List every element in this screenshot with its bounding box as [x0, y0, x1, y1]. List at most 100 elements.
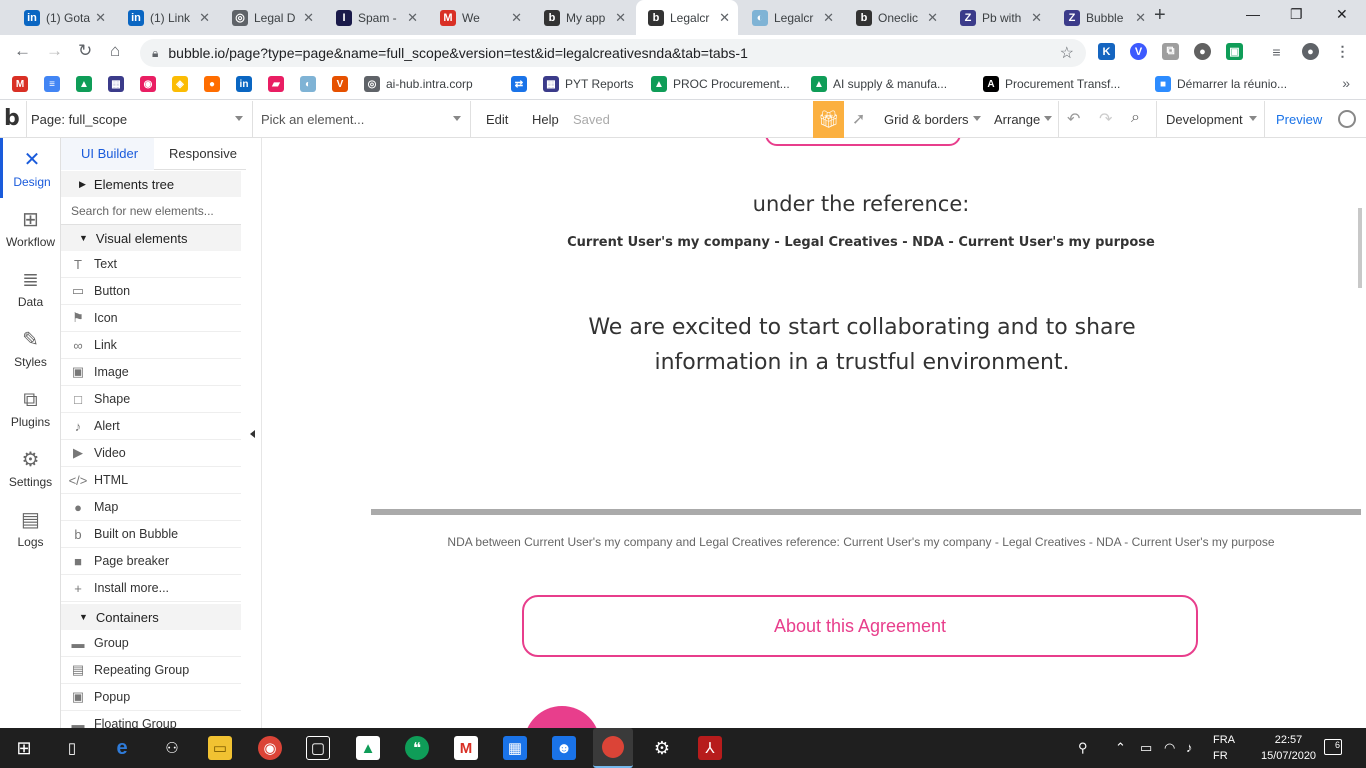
redo-icon[interactable]: ↷ [1099, 109, 1112, 129]
collapse-panel-icon[interactable] [250, 430, 255, 438]
browser-tab[interactable]: b Legalcr ✕ [636, 0, 738, 35]
visual-elements-toggle[interactable]: ▼ Visual elements [61, 225, 241, 251]
people-icon[interactable]: ⚇ [160, 736, 184, 760]
horizontal-divider[interactable] [371, 509, 1361, 515]
bookmark-item[interactable]: V [332, 76, 354, 92]
excited-text[interactable]: We are excited to start collaborating an… [552, 310, 1172, 380]
element-item-built-on-bubble[interactable]: b Built on Bubble [61, 521, 241, 548]
calendar-icon[interactable]: ▦ [503, 736, 527, 760]
element-item-page-breaker[interactable]: ■ Page breaker [61, 548, 241, 575]
browser-tab[interactable]: Z Pb with ✕ [948, 0, 1050, 35]
element-item-alert[interactable]: ♪ Alert [61, 413, 241, 440]
rail-item-styles[interactable]: ✎ Styles [0, 318, 61, 378]
element-item-map[interactable]: ● Map [61, 494, 241, 521]
chrome-menu-icon[interactable]: ⋮ [1334, 43, 1351, 60]
element-item-link[interactable]: ∞ Link [61, 332, 241, 359]
arrange-menu[interactable]: Arrange [994, 112, 1040, 127]
minimize-icon[interactable]: — [1246, 6, 1260, 22]
windows-start-icon[interactable]: ⊞ [12, 736, 36, 760]
element-item-repeating-group[interactable]: ▤ Repeating Group [61, 657, 241, 684]
development-menu[interactable]: Development [1166, 112, 1243, 127]
element-item-popup[interactable]: ▣ Popup [61, 684, 241, 711]
pc-icon[interactable]: ▢ [306, 736, 330, 760]
url-text[interactable]: bubble.io/page?type=page&name=full_scope… [168, 45, 747, 61]
browser-tab[interactable]: Z Bubble ✕ [1052, 0, 1154, 35]
element-item-icon[interactable]: ⚑ Icon [61, 305, 241, 332]
task-view-icon[interactable]: ▯ [60, 736, 84, 760]
canvas-scrollbar[interactable] [1358, 208, 1362, 288]
close-window-icon[interactable]: ✕ [1336, 6, 1348, 23]
tab-responsive[interactable]: Responsive [169, 146, 237, 161]
browser-tab[interactable]: ◐ Legalcr ✕ [740, 0, 842, 35]
nda-summary-text[interactable]: NDA between Current User's my company an… [262, 535, 1366, 549]
edge-icon[interactable]: e [110, 736, 134, 760]
reference-line[interactable]: Current User's my company - Legal Creati… [262, 235, 1366, 250]
bookmark-item[interactable]: ▦ [108, 76, 130, 92]
bookmark-item[interactable]: ● [204, 76, 226, 92]
close-tab-icon[interactable]: ✕ [927, 10, 938, 26]
bookmark-item[interactable]: in [236, 76, 258, 92]
element-item-group[interactable]: ▬ Group [61, 630, 241, 657]
element-item-image[interactable]: ▣ Image [61, 359, 241, 386]
gmail-icon[interactable]: M [454, 736, 478, 760]
bookmark-item[interactable]: M [12, 76, 34, 92]
page-selector[interactable]: Page: full_scope [31, 112, 127, 127]
chevron-down-icon[interactable] [973, 116, 981, 121]
element-search-input[interactable]: Search for new elements... [61, 198, 241, 225]
restore-icon[interactable]: ❐ [1290, 6, 1303, 23]
chevron-down-icon[interactable] [235, 116, 243, 121]
bookmark-item[interactable]: ▦ PYT Reports [543, 76, 633, 92]
bookmark-item[interactable]: ▲ AI supply & manufa... [811, 76, 947, 92]
element-item-button[interactable]: ▭ Button [61, 278, 241, 305]
browser-tab[interactable]: ◎ Legal D ✕ [220, 0, 322, 35]
bookmark-item[interactable]: ▲ PROC Procurement... [651, 76, 790, 92]
user-tray-icon[interactable]: ⚲ [1078, 740, 1088, 756]
file-explorer-icon[interactable]: ▭ [208, 736, 232, 760]
chrome-icon[interactable]: ◉ [258, 736, 282, 760]
home-icon[interactable]: ⌂ [110, 41, 120, 61]
battery-icon[interactable]: ▭ [1140, 740, 1152, 756]
system-clock[interactable]: 22:57 15/07/2020 [1261, 732, 1316, 764]
elements-tree-toggle[interactable]: ▶ Elements tree [61, 171, 241, 197]
settings-gear-icon[interactable]: ⚙ [650, 736, 674, 760]
extension-v-icon[interactable]: V [1130, 43, 1147, 60]
pink-circle-shape[interactable] [524, 706, 600, 728]
preview-button[interactable]: Preview [1276, 112, 1322, 127]
reload-icon[interactable]: ↻ [78, 41, 92, 61]
browser-tab[interactable]: b Oneclic ✕ [844, 0, 946, 35]
profile-icon[interactable]: ● [1302, 43, 1319, 60]
help-menu[interactable]: Help [532, 112, 559, 127]
chevron-down-icon[interactable] [453, 116, 461, 121]
element-item-floating-group[interactable]: ▬ Floating Group [61, 711, 241, 729]
element-item-text[interactable]: T Text [61, 251, 241, 278]
wifi-icon[interactable]: ◠ [1164, 740, 1175, 756]
page-canvas[interactable]: under the reference: Current User's my c… [261, 138, 1366, 728]
close-tab-icon[interactable]: ✕ [199, 10, 210, 26]
containers-toggle[interactable]: ▼ Containers [61, 604, 241, 630]
show-hidden-icons[interactable]: ⌃ [1115, 740, 1126, 756]
notification-center-icon[interactable]: 6 [1324, 739, 1342, 755]
bookmark-item[interactable]: ◈ [172, 76, 194, 92]
rail-item-logs[interactable]: ▤ Logs [0, 498, 61, 558]
rail-item-settings[interactable]: ⚙ Settings [0, 438, 61, 498]
browser-tab[interactable]: in (1) Gota ✕ [12, 0, 114, 35]
close-tab-icon[interactable]: ✕ [719, 10, 730, 26]
back-icon[interactable]: ← [14, 41, 31, 61]
element-item-video[interactable]: ▶ Video [61, 440, 241, 467]
chevron-down-icon[interactable] [1249, 116, 1257, 121]
element-item-shape[interactable]: □ Shape [61, 386, 241, 413]
grid-borders-menu[interactable]: Grid & borders [884, 112, 969, 127]
close-tab-icon[interactable]: ✕ [1031, 10, 1042, 26]
browser-tab[interactable]: in (1) Link ✕ [116, 0, 218, 35]
bookmark-item[interactable]: ■ Démarrer la réunio... [1155, 76, 1287, 92]
cursor-icon[interactable]: ➚ [852, 109, 865, 129]
hangouts-icon[interactable]: ❝ [405, 736, 429, 760]
about-agreement-button[interactable]: About this Agreement [522, 595, 1198, 657]
bookmark-item[interactable]: ▰ [268, 76, 290, 92]
avatar[interactable] [1338, 110, 1356, 128]
volume-icon[interactable]: ♪ [1186, 740, 1193, 755]
bubble-logo-icon[interactable]: b [4, 106, 20, 131]
chevron-down-icon[interactable] [1044, 116, 1052, 121]
close-tab-icon[interactable]: ✕ [511, 10, 522, 26]
bookmark-item[interactable]: ▲ [76, 76, 98, 92]
